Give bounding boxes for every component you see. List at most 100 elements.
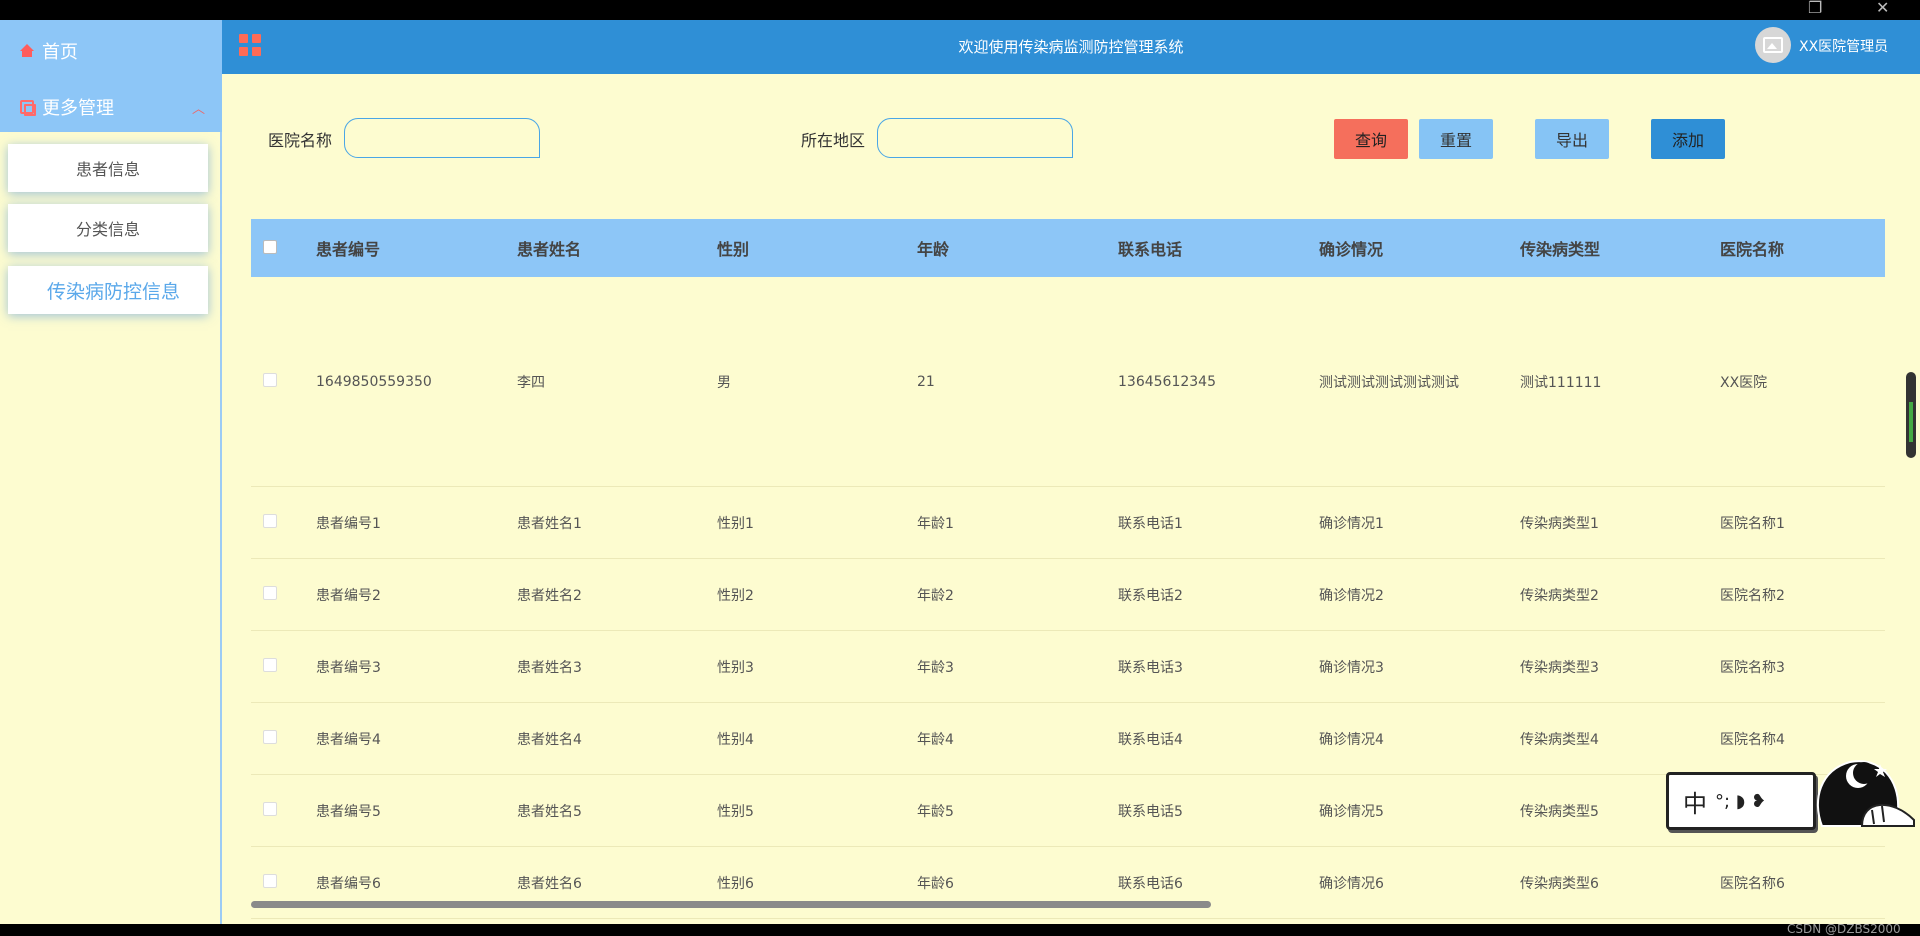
table-cell: 确诊情况3: [1319, 659, 1384, 676]
hospital-name-label: 医院名称: [268, 131, 333, 150]
sidebar-item-prevention[interactable]: 传染病防控信息: [8, 266, 208, 314]
table-cell: 患者编号2: [316, 587, 381, 604]
row-checkbox[interactable]: [263, 585, 277, 600]
table-cell: 患者编号6: [316, 875, 381, 892]
ime-toolbar[interactable]: 中 °; ◗ ❥: [1666, 772, 1816, 830]
table-cell: 1649850559350: [316, 373, 432, 390]
table-cell: 患者编号1: [316, 515, 381, 532]
row-checkbox[interactable]: [263, 729, 277, 744]
region-label: 所在地区: [801, 131, 866, 150]
table-cell: 传染病类型1: [1520, 515, 1599, 532]
add-button[interactable]: 添加: [1651, 119, 1725, 159]
ime-symbols: °; ◗ ❥: [1715, 790, 1767, 812]
table-body: 1649850559350 李四 男 21 13645612345 测试测试测试测试测试 测…: [251, 277, 1885, 919]
table-cell: 21: [917, 373, 935, 390]
column-header[interactable]: 患者编号: [316, 236, 517, 260]
table-cell: 医院名称1: [1720, 515, 1785, 532]
table-cell: 确诊情况1: [1319, 515, 1384, 532]
ime-mode-label[interactable]: 中: [1683, 784, 1707, 819]
table-cell: 年龄4: [917, 731, 954, 748]
sidebar-item-home[interactable]: 首页: [20, 36, 78, 66]
table-cell: 13645612345: [1118, 373, 1216, 390]
hospital-name-input[interactable]: [344, 118, 540, 158]
table-cell: XX医院: [1720, 374, 1768, 391]
row-select-cell: [251, 801, 316, 820]
restore-icon[interactable]: ❐: [1808, 0, 1822, 17]
avatar[interactable]: [1755, 27, 1791, 63]
row-checkbox[interactable]: [263, 657, 277, 672]
app: 首页 更多管理 ︿ 患者信息 分类信息 传染病防控信息 欢迎使用传染病监测防控管…: [0, 20, 1920, 936]
table-row[interactable]: 患者编号5患者姓名5性别5年龄5联系电话5确诊情况5传染病类型5医院名称5: [251, 775, 1885, 847]
row-select-cell: [251, 657, 316, 676]
window-title-strip: ❐ ✕: [0, 0, 1920, 20]
table-cell: 年龄6: [917, 875, 954, 892]
table-row[interactable]: 患者编号6 患者姓名6 性别6 年龄6 联系电话6 确诊情况6 传染病类型6 医院名称6: [251, 847, 1885, 919]
row-checkbox[interactable]: [263, 513, 277, 528]
row-checkbox[interactable]: [263, 372, 277, 387]
image-icon: [1763, 37, 1783, 53]
select-all-cell: [251, 239, 316, 258]
row-select-cell: [251, 873, 316, 892]
table-cell: 性别3: [717, 659, 754, 676]
top-header: 欢迎使用传染病监测防控管理系统 XX医院管理员: [222, 20, 1920, 74]
row-select-cell: [251, 372, 316, 391]
table-row[interactable]: 患者编号1 患者姓名1 性别1 年龄1 联系电话1 确诊情况1 传染病类型1 医院名称1: [251, 487, 1885, 559]
table-cell: 李四: [517, 374, 545, 391]
watermark: CSDN @DZBS2000: [1787, 922, 1901, 936]
table-cell: 男: [717, 374, 731, 391]
table-cell: 患者姓名3: [517, 659, 582, 676]
table-cell: 患者姓名5: [517, 803, 582, 820]
column-header[interactable]: 联系电话: [1118, 236, 1319, 260]
column-header[interactable]: 性别: [717, 236, 917, 260]
sidebar-item-patient[interactable]: 患者信息: [8, 144, 208, 192]
column-header[interactable]: 患者姓名: [517, 236, 717, 260]
table-cell: 传染病类型6: [1520, 875, 1599, 892]
reset-button[interactable]: 重置: [1419, 119, 1493, 159]
ime-mascot-icon: [1816, 760, 1915, 827]
table-cell: 联系电话5: [1118, 803, 1183, 820]
table-cell: 患者编号5: [316, 803, 381, 820]
table-cell: 测试测试测试测试测试: [1319, 374, 1459, 391]
table-cell: 性别6: [717, 875, 754, 892]
column-header[interactable]: 医院名称: [1720, 236, 1885, 260]
vertical-scrollbar[interactable]: [1906, 372, 1916, 458]
query-button[interactable]: 查询: [1334, 119, 1408, 159]
row-checkbox[interactable]: [263, 873, 277, 888]
table-row[interactable]: 患者编号4 患者姓名4 性别4 年龄4 联系电话4 确诊情况4 传染病类型4 医院名称4: [251, 703, 1885, 775]
copy-icon: [20, 100, 36, 116]
sidebar-item-label: 首页: [42, 42, 78, 63]
column-header[interactable]: 年龄: [917, 236, 1118, 260]
sidebar-item-label: 分类信息: [75, 220, 140, 239]
region-input[interactable]: [877, 118, 1073, 158]
table-cell: 性别5: [717, 803, 754, 820]
chevron-up-icon[interactable]: ︿: [192, 98, 205, 117]
user-name[interactable]: XX医院管理员: [1799, 36, 1888, 56]
horizontal-scrollbar[interactable]: [251, 901, 1211, 908]
table-cell: 患者姓名4: [517, 731, 582, 748]
table-cell: 患者姓名6: [517, 875, 582, 892]
table-cell: 确诊情况5: [1319, 803, 1384, 820]
table-row[interactable]: 患者编号2 患者姓名2 性别2 年龄2 联系电话2 确诊情况2 传染病类型2 医院名称2: [251, 559, 1885, 631]
export-button[interactable]: 导出: [1535, 119, 1609, 159]
sidebar-item-label: 更多管理: [42, 98, 114, 119]
table-cell: 确诊情况2: [1319, 587, 1384, 604]
table-cell: 传染病类型4: [1520, 731, 1599, 748]
table-cell: 患者编号4: [316, 731, 381, 748]
row-checkbox[interactable]: [263, 801, 277, 816]
column-header[interactable]: 传染病类型: [1520, 236, 1720, 260]
select-all-checkbox[interactable]: [263, 239, 277, 254]
table-cell: 联系电话2: [1118, 587, 1183, 604]
column-header[interactable]: 确诊情况: [1319, 236, 1520, 260]
table-row[interactable]: 1649850559350 李四 男 21 13645612345 测试测试测试测试测试 测…: [251, 277, 1885, 487]
table-cell: 联系电话6: [1118, 875, 1183, 892]
home-icon: [20, 44, 34, 58]
patient-table: 患者编号 患者姓名 性别 年龄 联系电话 确诊情况 传染病类型 医院名称 164…: [251, 219, 1885, 919]
sidebar-item-label: 患者信息: [75, 160, 140, 179]
sidebar-item-category[interactable]: 分类信息: [8, 204, 208, 252]
sidebar: 首页 更多管理 ︿ 患者信息 分类信息 传染病防控信息: [0, 20, 222, 924]
sidebar-item-more[interactable]: 更多管理 ︿: [20, 92, 205, 122]
table-row[interactable]: 患者编号3 患者姓名3 性别3 年龄3 联系电话3 确诊情况3 传染病类型3 医院名称3: [251, 631, 1885, 703]
close-icon[interactable]: ✕: [1876, 0, 1889, 17]
table-cell: 患者姓名2: [517, 587, 582, 604]
table-cell: 医院名称3: [1720, 659, 1785, 676]
